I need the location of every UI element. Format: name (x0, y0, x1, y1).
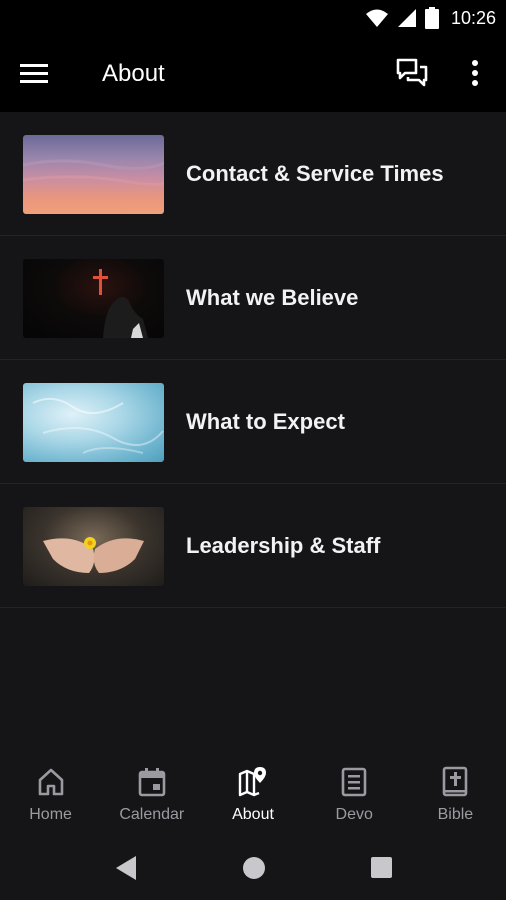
status-bar: 10:26 (0, 0, 506, 36)
more-options-button[interactable] (460, 58, 490, 92)
back-icon[interactable] (112, 854, 142, 882)
about-list: Contact & Service Times What we Believe … (0, 112, 506, 748)
nav-label: About (232, 806, 274, 823)
chat-icon (396, 58, 428, 87)
list-item-leadership[interactable]: Leadership & Staff (0, 484, 506, 608)
nav-item-home[interactable]: Home (0, 748, 101, 836)
wifi-icon (365, 9, 388, 27)
bible-icon (443, 766, 468, 797)
sunset-clouds-graphic (23, 159, 164, 186)
sunset-thumbnail (23, 135, 164, 214)
nav-item-devo[interactable]: Devo (304, 748, 405, 836)
nav-label: Devo (335, 806, 373, 823)
water-ripples-graphic (32, 397, 164, 454)
bottom-navigation: Home Calendar About Devo Bible (0, 748, 506, 836)
cross-thumbnail (23, 259, 164, 338)
nav-label: Calendar (119, 806, 185, 823)
list-item-contact[interactable]: Contact & Service Times (0, 112, 506, 236)
system-navigation-bar (0, 836, 506, 900)
calendar-icon (138, 768, 166, 797)
nav-label: Bible (437, 806, 474, 823)
list-item-label: What to Expect (186, 409, 345, 434)
more-vert-icon (472, 60, 478, 86)
document-icon (341, 767, 367, 797)
menu-button[interactable] (20, 58, 60, 90)
recents-icon[interactable] (366, 854, 396, 882)
app-bar: About (0, 36, 506, 112)
nav-item-bible[interactable]: Bible (405, 748, 506, 836)
nav-item-about[interactable]: About (202, 748, 303, 836)
list-item-expect[interactable]: What to Expect (0, 360, 506, 484)
menu-icon (20, 64, 48, 83)
list-item-label: Contact & Service Times (186, 161, 444, 186)
water-thumbnail (23, 383, 164, 462)
hands-flower-graphic (43, 537, 144, 573)
page-title: About (102, 60, 165, 87)
home-circle-icon[interactable] (239, 854, 269, 882)
cross-silhouette-graphic (93, 269, 148, 338)
status-time: 10:26 (450, 7, 496, 28)
list-item-label: What we Believe (186, 285, 359, 310)
nav-item-calendar[interactable]: Calendar (101, 748, 202, 836)
list-item-beliefs[interactable]: What we Believe (0, 236, 506, 360)
list-item-label: Leadership & Staff (186, 533, 381, 558)
map-pin-icon (238, 767, 266, 797)
status-icons: 10:26 (365, 6, 496, 30)
hands-thumbnail (23, 507, 164, 586)
chat-button[interactable] (396, 58, 436, 92)
battery-icon (424, 7, 439, 29)
nav-label: Home (29, 806, 72, 823)
home-icon (38, 768, 63, 796)
signal-icon (397, 9, 416, 27)
